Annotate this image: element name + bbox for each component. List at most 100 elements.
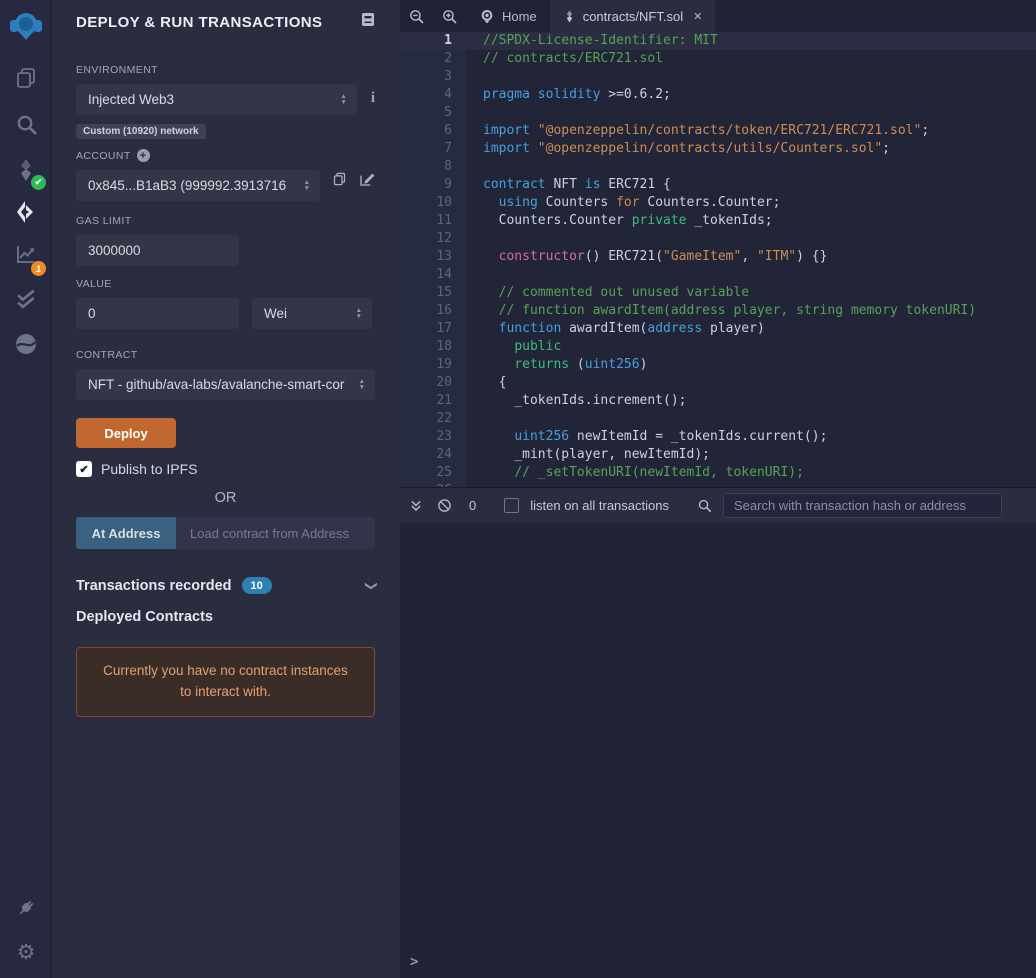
copy-account-icon[interactable] [332,171,347,192]
sidebar-item-sourcify[interactable] [0,324,52,364]
at-address-button[interactable]: At Address [76,517,176,549]
code-editor[interactable]: 1//SPDX-License-Identifier: MIT2// contr… [400,32,1036,487]
line-number[interactable]: 1 [400,32,466,50]
remix-logo [6,6,46,46]
code-line[interactable]: 4pragma solidity >=0.6.2; [400,86,1036,104]
code-line[interactable]: 3 [400,68,1036,86]
code-line[interactable]: 22 [400,410,1036,428]
no-instances-message: Currently you have no contract instances… [76,647,375,717]
line-number[interactable]: 12 [400,230,466,248]
solidity-file-icon [563,9,576,24]
line-number[interactable]: 2 [400,50,466,68]
zoom-in-button[interactable] [433,0,466,32]
code-line[interactable]: 7import "@openzeppelin/contracts/utils/C… [400,140,1036,158]
terminal-search-input[interactable] [723,493,1002,518]
code-line[interactable]: 10 using Counters for Counters.Counter; [400,194,1036,212]
sidebar-item-deploy-and-run[interactable] [0,192,52,232]
code-line[interactable]: 2// contracts/ERC721.sol [400,50,1036,68]
contract-label: CONTRACT [76,349,375,361]
code-line[interactable]: 9contract NFT is ERC721 { [400,176,1036,194]
code-line[interactable]: 21 _tokenIds.increment(); [400,392,1036,410]
environment-info-icon[interactable]: i [371,90,375,107]
line-number[interactable]: 11 [400,212,466,230]
listen-transactions-checkbox[interactable] [504,498,519,513]
zoom-out-button[interactable] [400,0,433,32]
gas-limit-input[interactable] [88,243,229,258]
sign-message-icon[interactable] [359,171,375,192]
code-line[interactable]: 16 // function awardItem(address player,… [400,302,1036,320]
file-explorer-icon [14,66,38,90]
line-number[interactable]: 4 [400,86,466,104]
line-number[interactable]: 18 [400,338,466,356]
code-line[interactable]: 18 public [400,338,1036,356]
chevron-down-icon[interactable]: ❮ [363,580,377,590]
line-number[interactable]: 5 [400,104,466,122]
main-area: Home contracts/NFT.sol ✕ 1//SPDX-License… [400,0,1036,978]
terminal-output[interactable]: > [400,523,1036,978]
code-line[interactable]: 5 [400,104,1036,122]
code-line[interactable]: 1//SPDX-License-Identifier: MIT [400,32,1036,50]
line-number[interactable]: 25 [400,464,466,482]
sidebar-item-file-explorer[interactable] [0,58,52,98]
code-line[interactable]: 20 { [400,374,1036,392]
code-line[interactable]: 17 function awardItem(address player) [400,320,1036,338]
line-number[interactable]: 14 [400,266,466,284]
line-number[interactable]: 22 [400,410,466,428]
line-number[interactable]: 15 [400,284,466,302]
line-number[interactable]: 8 [400,158,466,176]
create-account-icon[interactable]: + [137,149,150,162]
code-line[interactable]: 13 constructor() ERC721("GameItem", "ITM… [400,248,1036,266]
sourcify-icon [14,332,38,356]
sidebar-item-search[interactable] [0,104,52,144]
or-separator: OR [76,490,375,506]
code-line[interactable]: 11 Counters.Counter private _tokenIds; [400,212,1036,230]
at-address-input[interactable] [176,517,375,549]
value-input[interactable] [88,306,229,321]
line-number[interactable]: 10 [400,194,466,212]
code-line[interactable]: 19 returns (uint256) [400,356,1036,374]
publish-ipfs-checkbox[interactable]: ✔ [76,461,92,477]
code-line[interactable]: 15 // commented out unused variable [400,284,1036,302]
code-line[interactable]: 23 uint256 newItemId = _tokenIds.current… [400,428,1036,446]
remix-ide-window: ✔ 1 [0,0,1036,978]
documentation-icon[interactable] [361,12,375,32]
clear-console-icon[interactable] [437,498,452,513]
code-line[interactable]: 6import "@openzeppelin/contracts/token/E… [400,122,1036,140]
line-number[interactable]: 17 [400,320,466,338]
deploy-button[interactable]: Deploy [76,418,176,448]
gas-limit-label: GAS LIMIT [76,215,375,227]
sidebar-item-solidity-compiler[interactable]: ✔ [0,150,52,190]
line-number[interactable]: 19 [400,356,466,374]
code-line[interactable]: 12 [400,230,1036,248]
close-tab-icon[interactable]: ✕ [693,10,702,23]
contract-select[interactable]: NFT - github/ava-labs/avalanche-smart-co… [76,369,375,400]
code-line[interactable]: 25 // _setTokenURI(newItemId, tokenURI); [400,464,1036,482]
code-line[interactable]: 24 _mint(player, newItemId); [400,446,1036,464]
line-number[interactable]: 24 [400,446,466,464]
sidebar-item-plugin-manager[interactable] [0,888,52,928]
line-number[interactable]: 23 [400,428,466,446]
environment-select[interactable]: Injected Web3 ▲▼ [76,84,357,115]
account-select[interactable]: 0x845...B1aB3 (999992.3913716 ▲▼ [76,170,320,201]
tab-contracts-nft-sol[interactable]: contracts/NFT.sol ✕ [550,0,716,32]
line-number[interactable]: 3 [400,68,466,86]
line-number[interactable]: 13 [400,248,466,266]
select-stepper-icon: ▲▼ [340,94,346,106]
line-number[interactable]: 9 [400,176,466,194]
code-line[interactable]: 26 [400,482,1036,487]
sidebar-item-unit-testing[interactable] [0,278,52,318]
value-unit-select[interactable]: Wei ▲▼ [252,298,372,329]
line-number[interactable]: 7 [400,140,466,158]
code-line[interactable]: 8 [400,158,1036,176]
sidebar-item-analytics[interactable]: 1 [0,234,52,274]
sidebar-item-settings[interactable]: ⚙ [0,932,52,972]
code-line[interactable]: 14 [400,266,1036,284]
terminal-collapse-icon[interactable] [409,499,423,513]
line-number[interactable]: 16 [400,302,466,320]
remix-logo-icon[interactable] [0,4,52,48]
line-number[interactable]: 21 [400,392,466,410]
line-number[interactable]: 6 [400,122,466,140]
tab-home[interactable]: Home [466,0,550,32]
line-number[interactable]: 20 [400,374,466,392]
line-number[interactable]: 26 [400,482,466,487]
